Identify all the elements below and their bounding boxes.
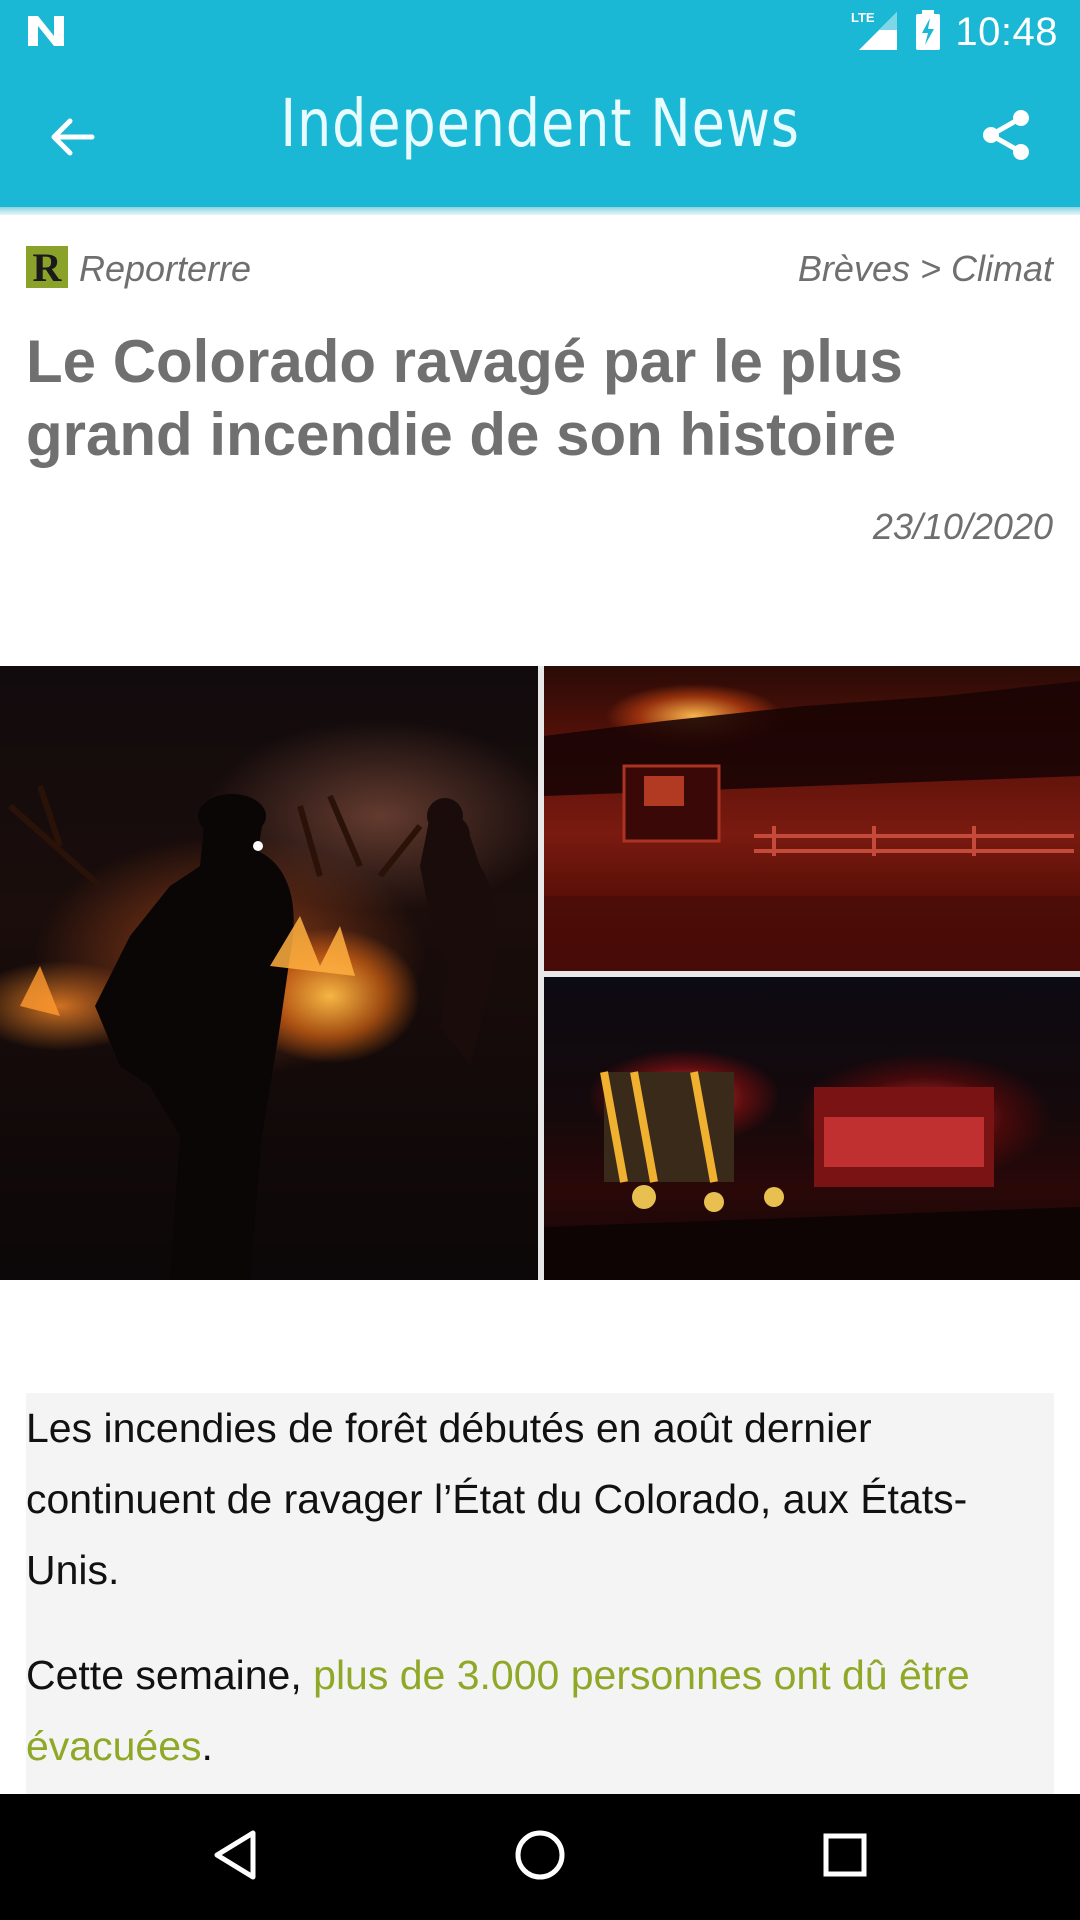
- status-bar: LTE 10:48: [0, 0, 1080, 63]
- arrow-left-icon: [48, 113, 96, 166]
- source-name[interactable]: Reporterre: [79, 248, 251, 290]
- nav-home-button[interactable]: [505, 1822, 575, 1892]
- battery-charging-icon: [915, 9, 941, 55]
- paragraph-2-start: Cette semaine,: [26, 1652, 314, 1698]
- article-title: Le Colorado ravagé par le plus grand inc…: [26, 328, 903, 468]
- notification-n-icon: [26, 14, 66, 48]
- paragraph-1: Les incendies de forêt débutés en août d…: [26, 1405, 968, 1593]
- nav-back-button[interactable]: [200, 1822, 270, 1892]
- breadcrumb[interactable]: Brèves > Climat: [798, 248, 1053, 290]
- square-recents-icon: [821, 1831, 869, 1884]
- source-logo: R: [26, 246, 68, 290]
- triangle-back-icon: [211, 1829, 259, 1886]
- image-firefighters-night: [0, 666, 538, 1280]
- share-icon: [979, 108, 1033, 167]
- image-fire-trucks: [544, 977, 1080, 1280]
- app-title: Independent News: [280, 85, 800, 162]
- app-bar-divider: [0, 207, 1080, 215]
- image-burning-hillside: [544, 666, 1080, 971]
- back-button[interactable]: [40, 107, 104, 171]
- circle-home-icon: [514, 1829, 566, 1886]
- signal-icon: LTE: [849, 8, 901, 57]
- svg-text:LTE: LTE: [851, 10, 875, 25]
- paragraph-2-end: .: [201, 1723, 213, 1769]
- article-date: 23/10/2020: [872, 506, 1053, 547]
- app-bar: Independent News: [0, 63, 1080, 207]
- article-body: Les incendies de forêt débutés en août d…: [26, 1393, 1054, 1795]
- article-image[interactable]: [0, 666, 1080, 1280]
- article-meta: R Reporterre Brèves > Climat: [26, 244, 1053, 292]
- paragraph-2: Cette semaine, plus de 3.000 personnes o…: [26, 1640, 1054, 1782]
- nav-recents-button[interactable]: [810, 1822, 880, 1892]
- status-time: 10:48: [955, 9, 1058, 54]
- share-button[interactable]: [972, 103, 1040, 171]
- system-nav-bar: [0, 1794, 1080, 1920]
